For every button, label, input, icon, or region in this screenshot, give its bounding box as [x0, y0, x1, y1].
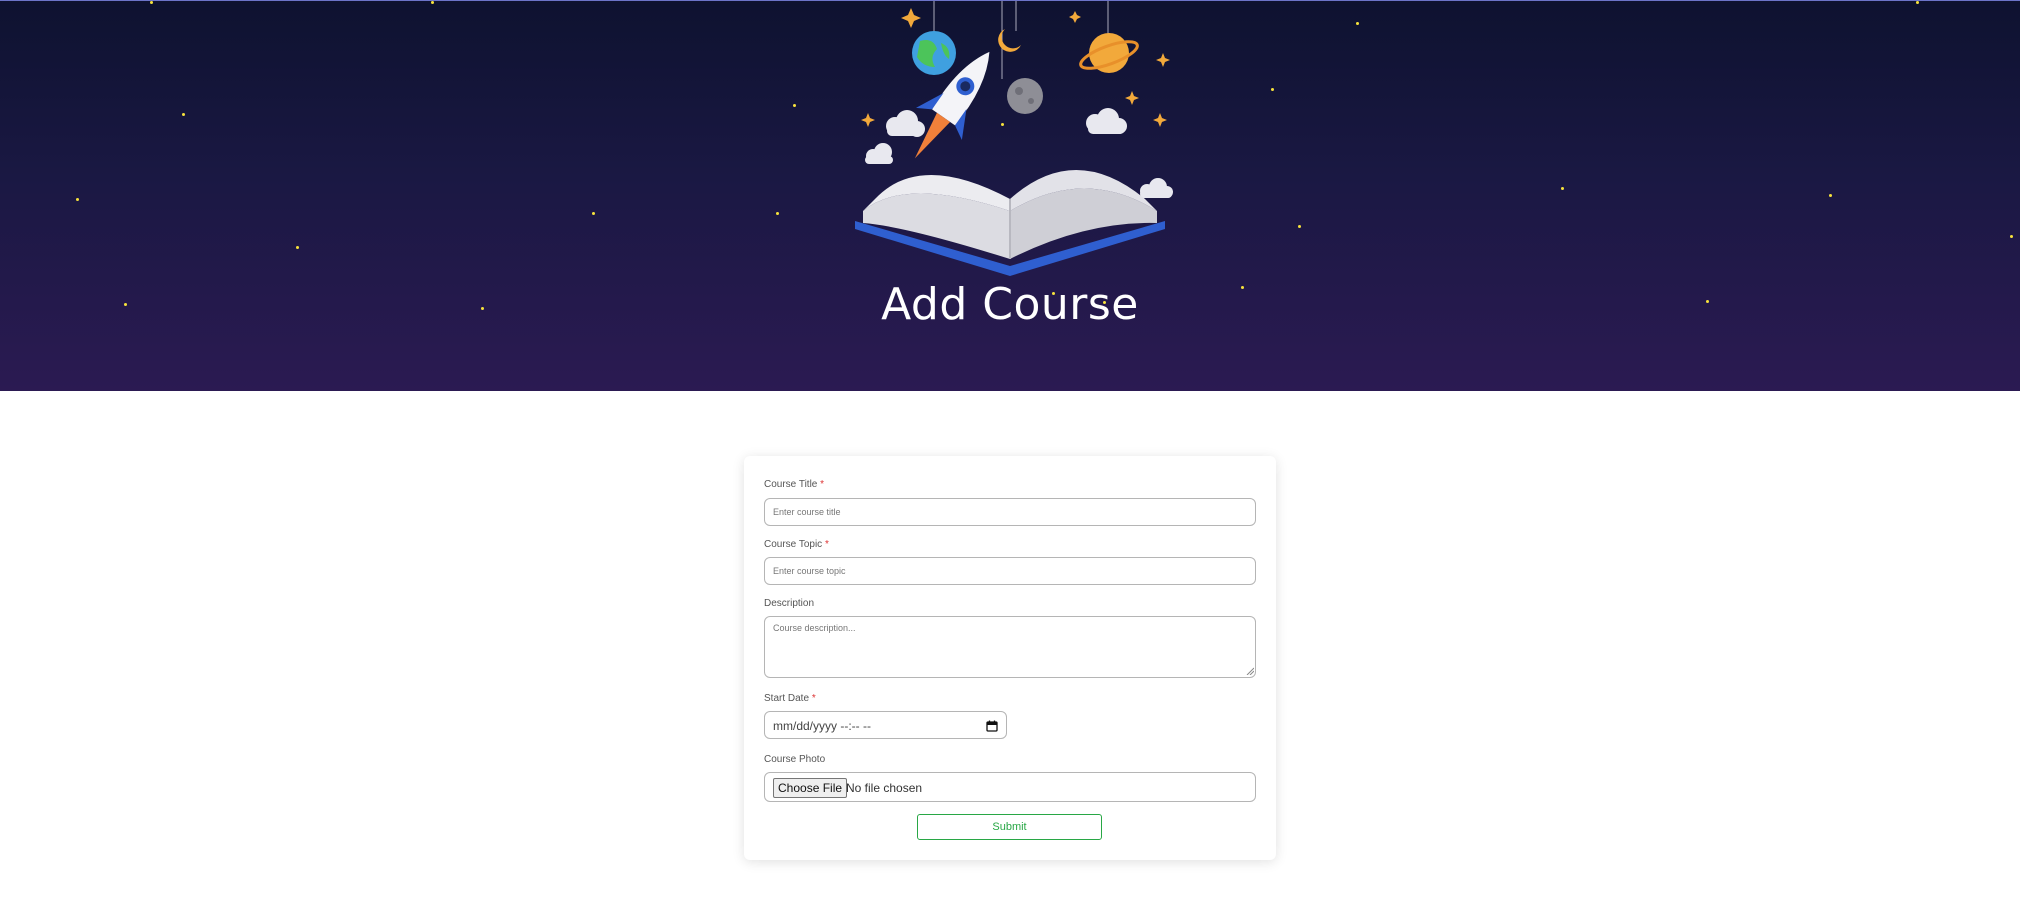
page-title: Add Course — [881, 279, 1139, 330]
required-marker: * — [811, 693, 816, 704]
start-date-label: Start Date * — [764, 693, 816, 704]
description-textarea[interactable] — [764, 616, 1256, 678]
star — [592, 212, 595, 215]
choose-file-button[interactable]: Choose File — [773, 778, 848, 798]
star — [1561, 187, 1564, 190]
rocket-book-space-illustration — [855, 1, 1173, 276]
start-date-label-text: Start Date — [764, 693, 810, 704]
star — [1356, 22, 1359, 25]
star — [793, 104, 796, 107]
star — [1298, 225, 1301, 228]
star — [1271, 88, 1274, 91]
required-marker: * — [820, 479, 825, 490]
course-photo-input[interactable]: Choose File No file chosen — [764, 772, 1256, 802]
course-topic-input[interactable] — [764, 557, 1256, 585]
file-status: No file chosen — [846, 781, 923, 795]
resize-grip-icon[interactable] — [1246, 667, 1254, 675]
star — [2010, 235, 2013, 238]
course-topic-label: Course Topic * — [764, 539, 829, 550]
star — [431, 1, 434, 4]
star — [182, 113, 185, 116]
star — [296, 246, 299, 249]
course-title-label-text: Course Title — [764, 479, 818, 490]
hero-banner: Add Course — [0, 0, 2020, 391]
star — [776, 212, 779, 215]
course-photo-label: Course Photo — [764, 754, 826, 765]
submit-button[interactable]: Submit — [917, 814, 1102, 840]
calendar-icon[interactable] — [986, 720, 998, 732]
star — [1916, 1, 1919, 4]
star — [150, 1, 153, 4]
course-title-label: Course Title * — [764, 479, 824, 490]
course-topic-label-text: Course Topic — [764, 539, 823, 550]
start-date-value: mm/dd/yyyy --:-- -- — [773, 719, 871, 733]
star — [1829, 194, 1832, 197]
description-label: Description — [764, 598, 815, 609]
course-title-input[interactable] — [764, 498, 1256, 526]
start-date-input[interactable]: mm/dd/yyyy --:-- -- — [764, 711, 1007, 739]
add-course-form: Course Title * Course Topic * Descriptio… — [744, 456, 1276, 860]
required-marker: * — [824, 539, 829, 550]
star — [76, 198, 79, 201]
